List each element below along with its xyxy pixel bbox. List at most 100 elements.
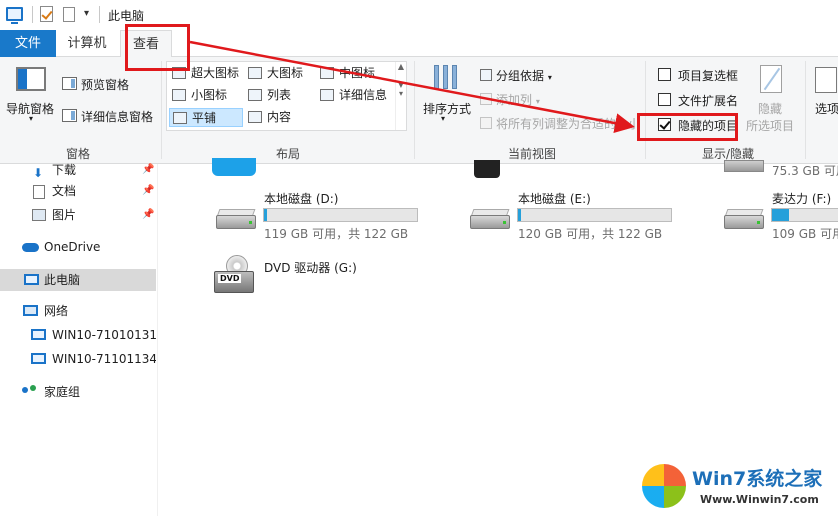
homegroup-icon-dot xyxy=(30,385,36,391)
list-icon xyxy=(248,89,262,101)
sidebar-item-homegroup[interactable]: 家庭组 xyxy=(0,381,156,403)
document-icon xyxy=(33,185,45,199)
tab-computer[interactable]: 计算机 xyxy=(62,30,112,57)
dvd-drive-icon[interactable]: DVD xyxy=(214,253,258,297)
file-name-extensions-checkbox[interactable] xyxy=(658,93,671,106)
network-icon xyxy=(23,305,38,316)
drive-g-name[interactable]: DVD 驱动器 (G:) xyxy=(264,259,357,276)
chevron-down-icon: ▾ xyxy=(29,114,34,123)
pin-icon[interactable]: 📌 xyxy=(142,159,154,181)
sort-column xyxy=(434,65,439,89)
sidebar-item-label: 文档 xyxy=(52,184,77,198)
divider xyxy=(161,61,162,159)
ribbon-view: 导航窗格 ▾ 预览窗格 详细信息窗格 窗格 超大图标 大图标 中图标 小图标 列… xyxy=(0,57,838,164)
window-title: 此电脑 xyxy=(108,9,145,23)
sidebar-item-documents[interactable]: 文档 📌 xyxy=(0,180,156,202)
preview-pane-button[interactable]: 预览窗格 xyxy=(81,76,129,93)
annotation-box-view-tab xyxy=(125,24,190,71)
navigation-pane-icon[interactable] xyxy=(16,67,46,91)
sort-by-button[interactable]: 排序方式 xyxy=(423,100,471,117)
navigation-pane: ⬇ 下载 📌 文档 📌 图片 📌 OneDrive 此电脑 网络 WIN10-7… xyxy=(0,163,158,516)
hard-drive-icon[interactable] xyxy=(468,205,512,231)
partial-drive-free: 75.3 GB 可用 xyxy=(772,164,838,178)
group-by-icon xyxy=(480,69,492,81)
layout-item-label: 列表 xyxy=(267,88,292,102)
file-name-extensions-label[interactable]: 文件扩展名 xyxy=(678,92,738,109)
tab-file[interactable]: 文件 xyxy=(0,30,56,57)
layout-content[interactable]: 内容 xyxy=(245,108,317,127)
sidebar-item-pictures[interactable]: 图片 📌 xyxy=(0,204,156,226)
watermark-title: Win7系统之家 xyxy=(692,468,823,490)
sidebar-item-onedrive[interactable]: OneDrive xyxy=(0,236,156,258)
layout-tiles[interactable]: 平铺 xyxy=(169,108,243,127)
layout-list[interactable]: 列表 xyxy=(245,86,317,105)
customize-quick-access-dropdown[interactable]: ▾ xyxy=(84,8,89,19)
add-columns-button: 添加列 ▾ xyxy=(496,91,540,108)
computer-icon[interactable] xyxy=(6,7,23,24)
layout-item-label: 中图标 xyxy=(339,66,376,80)
divider xyxy=(99,6,100,23)
layout-item-label: 平铺 xyxy=(192,111,217,125)
new-folder-icon[interactable] xyxy=(63,7,75,22)
details-pane-icon xyxy=(62,109,77,122)
pictures-icon xyxy=(32,209,46,221)
hide-selected-items-icon xyxy=(760,65,782,93)
sidebar-item-label: 图片 xyxy=(52,208,77,222)
details-pane-button[interactable]: 详细信息窗格 xyxy=(81,108,153,125)
sidebar-item-network-computer[interactable]: WIN10-71010131Z xyxy=(0,324,156,346)
drive-e-free: 120 GB 可用，共 122 GB xyxy=(518,227,663,241)
divider xyxy=(805,61,806,159)
chevron-down-icon: ▾ xyxy=(535,97,540,106)
drive-usage-fill xyxy=(264,209,267,221)
group-by-button[interactable]: 分组依据 ▾ xyxy=(496,67,552,84)
sidebar-item-this-pc[interactable]: 此电脑 xyxy=(0,269,156,291)
computer-icon xyxy=(31,329,46,340)
group-label-current-view: 当前视图 xyxy=(508,147,557,161)
hard-drive-icon[interactable] xyxy=(214,205,258,231)
sidebar-item-label: OneDrive xyxy=(44,240,101,254)
group-by-label: 分组依据 xyxy=(496,69,545,83)
windows-logo-icon xyxy=(642,464,686,508)
layout-small-icons[interactable]: 小图标 xyxy=(169,86,243,105)
tiles-icon xyxy=(173,112,187,124)
sidebar-item-downloads[interactable]: ⬇ 下载 📌 xyxy=(0,159,156,181)
sort-column xyxy=(443,65,448,89)
pin-icon[interactable]: 📌 xyxy=(142,204,154,226)
drive-e-name[interactable]: 本地磁盘 (E:) xyxy=(518,190,591,207)
item-checkboxes-label[interactable]: 项目复选框 xyxy=(678,67,738,84)
drive-f-name[interactable]: 麦达力 (F:) xyxy=(772,190,831,207)
sidebar-item-label: 网络 xyxy=(44,304,69,318)
drive-d-name[interactable]: 本地磁盘 (D:) xyxy=(264,190,338,207)
options-button[interactable]: 选项 xyxy=(815,100,838,117)
layout-details[interactable]: 详细信息 xyxy=(317,86,393,105)
pin-icon[interactable]: 📌 xyxy=(142,180,154,202)
chevron-down-icon: ▾ xyxy=(547,73,552,82)
site-watermark: Win7系统之家 Www.Winwin7.com xyxy=(638,462,838,516)
drive-led xyxy=(249,221,252,224)
properties-icon[interactable] xyxy=(40,6,53,22)
large-icons-icon xyxy=(248,67,262,79)
group-label-layout: 布局 xyxy=(276,147,301,161)
sidebar-item-label: WIN10-71101134Z xyxy=(52,352,156,366)
sidebar-item-label: WIN10-71010131Z xyxy=(52,328,156,342)
divider xyxy=(32,6,33,23)
drive-e-usage-bar xyxy=(517,208,672,222)
partial-folder-icon xyxy=(212,158,256,176)
drive-d-free: 119 GB 可用，共 122 GB xyxy=(264,227,409,241)
hard-drive-icon[interactable] xyxy=(722,205,766,231)
sort-by-icon[interactable] xyxy=(432,63,462,95)
drive-d-usage-bar xyxy=(263,208,418,222)
layout-item-label: 详细信息 xyxy=(339,88,388,102)
drive-usage-fill xyxy=(772,209,789,221)
layout-gallery-scrollbar[interactable]: ▲ ▼ ▾ xyxy=(395,62,406,130)
layout-large-icons[interactable]: 大图标 xyxy=(245,64,317,83)
layout-item-label: 内容 xyxy=(267,110,292,124)
item-checkboxes-checkbox[interactable] xyxy=(658,68,671,81)
sidebar-item-network-computer[interactable]: WIN10-71101134Z xyxy=(0,348,156,370)
sidebar-item-network[interactable]: 网络 xyxy=(0,300,156,322)
chevron-down-icon: ▾ xyxy=(441,114,446,123)
options-icon[interactable] xyxy=(815,67,837,93)
layout-medium-icons[interactable]: 中图标 xyxy=(317,64,393,83)
small-icons-icon xyxy=(172,89,186,101)
drive-usage-fill xyxy=(518,209,521,221)
